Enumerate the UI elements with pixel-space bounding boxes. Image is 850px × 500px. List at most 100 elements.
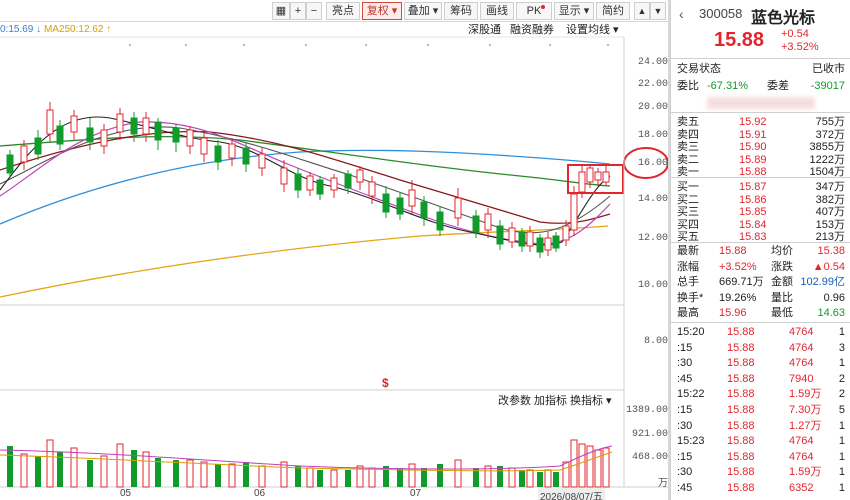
tick-volume: 1.59万 <box>789 466 822 479</box>
y-tick-22: 22.00 <box>637 79 668 90</box>
stat-row[interactable]: 最高 15.96 最低 14.63 <box>671 305 850 321</box>
y-tick-12: 12.00 <box>637 233 668 244</box>
link-add-indicator[interactable]: 加指标 <box>534 394 567 408</box>
stat-row[interactable]: 总手 669.71万 金额 102.99亿 <box>671 274 850 290</box>
tick-time: :30 <box>677 466 693 479</box>
stat-label: 总手 <box>677 276 699 288</box>
back-icon[interactable]: ‹ <box>679 6 684 22</box>
x-tick-06: 06 <box>254 488 266 499</box>
tick-price: 15.88 <box>727 341 755 354</box>
stat-row[interactable]: 换手* 19.26% 量比 0.96 <box>671 290 850 306</box>
tick-time: :15 <box>677 404 693 416</box>
stat-value: 15.88 <box>719 245 747 257</box>
tick-volume: 1.27万 <box>789 419 822 432</box>
tick-volume: 4764 <box>789 435 814 448</box>
stat-row[interactable]: 最新 15.88 均价 15.38 <box>671 243 850 259</box>
tick-volume: 7.30万 <box>789 404 822 416</box>
tick-time: :15 <box>677 450 693 463</box>
y-tick-24: 24.00 <box>637 57 668 68</box>
link-edit-params[interactable]: 改参数 <box>498 394 531 408</box>
stat-value: 15.96 <box>719 307 747 319</box>
tick-volume: 4764 <box>789 326 814 338</box>
tick-price: 15.88 <box>727 435 755 448</box>
candles <box>6 102 610 258</box>
tick-count: 3 <box>838 341 845 354</box>
stat-value: 19.26% <box>719 291 757 304</box>
tick-count: 1 <box>838 466 845 479</box>
stat-row[interactable]: 涨幅 +3.52% 涨跌 ▲0.54 <box>671 259 850 275</box>
tick-time: :30 <box>677 419 693 432</box>
y-tick-16: 16.00 <box>637 158 668 169</box>
tick-time: 15:20 <box>677 326 705 338</box>
stat-value: 15.38 <box>817 245 845 257</box>
tick-row[interactable]: 15:23 15.88 4764 1 <box>671 433 850 449</box>
tick-row[interactable]: 15:22 15.88 1.59万 2 <box>671 386 850 402</box>
tick-row[interactable]: :30 15.88 4764 1 <box>671 355 850 371</box>
quote-header: ‹ 300058 蓝色光标 15.88 +0.54 +3.52% <box>671 0 850 58</box>
ma250-line <box>0 225 609 298</box>
stat-label: 最高 <box>677 307 699 319</box>
tick-row[interactable]: :30 15.88 1.27万 1 <box>671 418 850 434</box>
tick-time: :15 <box>677 341 693 354</box>
tick-time: 15:22 <box>677 388 705 401</box>
tick-count: 2 <box>838 388 845 401</box>
stat-label: 涨幅 <box>677 260 699 273</box>
tick-time: :45 <box>677 482 693 494</box>
tick-volume: 6352 <box>789 482 814 494</box>
stat-value: 0.96 <box>823 291 845 304</box>
link-switch-indicator[interactable]: 换指标 ▾ <box>570 394 612 408</box>
stat-label: 最低 <box>771 307 793 319</box>
vol-tick-468: 468.00 <box>631 452 668 463</box>
stat-label: 量比 <box>771 291 793 304</box>
tick-volume: 1.59万 <box>789 388 822 401</box>
tick-row[interactable]: :15 15.88 4764 1 <box>671 449 850 465</box>
x-tick-05: 05 <box>120 488 132 499</box>
stat-label: 金额 <box>771 276 793 288</box>
tick-row[interactable]: :45 15.88 7940 2 <box>671 371 850 387</box>
order-ratio-row: 委比 -67.31% 委差 -39017 <box>677 80 845 92</box>
y-tick-18: 18.00 <box>637 130 668 141</box>
tick-count: 1 <box>838 419 845 432</box>
tick-row[interactable]: :15 15.88 4764 3 <box>671 340 850 356</box>
stat-value: 102.99亿 <box>800 276 845 288</box>
ma-brown-line <box>0 130 611 224</box>
stat-label: 均价 <box>771 245 793 257</box>
stat-value: 14.63 <box>817 307 845 319</box>
x-tick-07: 07 <box>410 488 422 499</box>
vol-tick-921: 921.00 <box>631 429 668 440</box>
tick-price: 15.88 <box>727 357 755 370</box>
kline-panel[interactable]: ▦ + − 亮点 复权 ▾ 叠加 ▾ 筹码 画线 PK 显示 ▾ 简约 ▲ ▼ … <box>0 0 668 500</box>
price-change: +0.54 <box>781 28 809 40</box>
marker-dollar: $ <box>382 376 389 390</box>
tick-row[interactable]: :30 15.88 1.59万 1 <box>671 464 850 480</box>
stat-value: ▲0.54 <box>812 260 845 273</box>
y-tick-20: 20.00 <box>637 102 668 113</box>
tick-volume: 4764 <box>789 341 814 354</box>
tick-price: 15.88 <box>727 482 755 494</box>
tick-volume: 4764 <box>789 450 814 463</box>
trade-status-row: 交易状态 已收市 <box>677 63 845 75</box>
stock-name: 蓝色光标 <box>751 10 816 27</box>
price-change-pct: +3.52% <box>781 41 819 53</box>
tick-row[interactable]: :15 15.88 7.30万 5 <box>671 402 850 418</box>
tick-row[interactable]: :45 15.88 6352 1 <box>671 480 850 496</box>
vol-unit: 万 <box>658 479 668 490</box>
tick-row[interactable]: 15:20 15.88 4764 1 <box>671 324 850 340</box>
tick-count: 2 <box>838 372 845 385</box>
tick-volume: 4764 <box>789 357 814 370</box>
stat-value: +3.52% <box>719 260 757 273</box>
tick-price: 15.88 <box>727 388 755 401</box>
tick-count: 1 <box>838 357 845 370</box>
stock-code: 300058 <box>699 6 743 21</box>
tick-price: 15.88 <box>727 326 755 338</box>
tick-count: 1 <box>838 482 845 494</box>
stat-value: 669.71万 <box>719 276 764 288</box>
tick-price: 15.88 <box>727 466 755 479</box>
ma-blue-line <box>0 149 611 225</box>
volume-bars <box>0 439 613 488</box>
tick-count: 1 <box>838 435 845 448</box>
tick-time: 15:23 <box>677 435 705 448</box>
tick-price: 15.88 <box>727 404 755 416</box>
tick-count: 5 <box>838 404 845 416</box>
tick-price: 15.88 <box>727 450 755 463</box>
